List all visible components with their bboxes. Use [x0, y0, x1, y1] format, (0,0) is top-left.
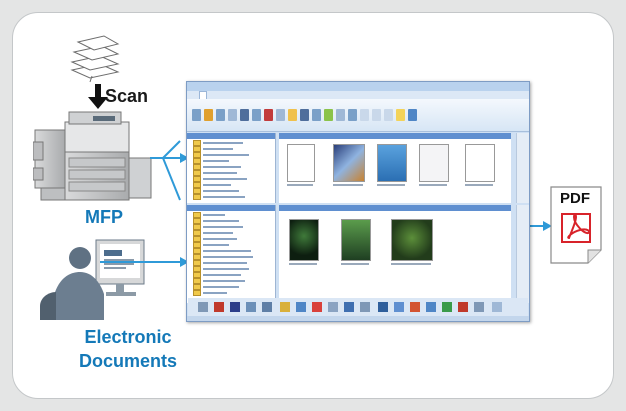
thumbnail-pane-bottom [279, 205, 511, 303]
pdf-label: PDF [560, 190, 590, 207]
toolbar-button[interactable] [324, 109, 333, 121]
toolbar-button[interactable] [288, 109, 297, 121]
document-thumbnail[interactable] [419, 144, 449, 182]
folder-tree-top [187, 133, 276, 203]
output-icon-bar [188, 298, 528, 316]
toolbar-button[interactable] [384, 109, 393, 121]
toolbar-button[interactable] [312, 109, 321, 121]
toolbar-button[interactable] [396, 109, 405, 121]
document-thumbnail[interactable] [287, 144, 315, 182]
document-thumbnail[interactable] [465, 144, 495, 182]
ribbon-tab[interactable] [199, 91, 207, 99]
toolbar-button[interactable] [360, 109, 369, 121]
toolbar-button[interactable] [204, 109, 213, 121]
thumbnail-pane-top [279, 133, 511, 203]
window-statusbar [187, 316, 529, 321]
toolbar-button[interactable] [264, 109, 273, 121]
toolbar-button[interactable] [216, 109, 225, 121]
scrollbar-top[interactable] [516, 133, 529, 203]
ribbon-toolbar [187, 99, 529, 132]
arrow-mfp-lower [162, 157, 181, 201]
window-titlebar [187, 82, 529, 91]
ribbon-tabs [187, 91, 529, 99]
photo-thumbnail[interactable] [341, 219, 371, 261]
toolbar-button[interactable] [276, 109, 285, 121]
toolbar-button[interactable] [228, 109, 237, 121]
toolbar-button[interactable] [408, 109, 417, 121]
pdf-document-icon: PDF [550, 186, 602, 264]
toolbar-button[interactable] [240, 109, 249, 121]
folder-tree-bottom [187, 205, 276, 303]
document-software-window [186, 81, 530, 322]
toolbar-button[interactable] [348, 109, 357, 121]
toolbar-button[interactable] [372, 109, 381, 121]
toolbar-button[interactable] [336, 109, 345, 121]
photo-thumbnail[interactable] [391, 219, 433, 261]
document-thumbnail[interactable] [377, 144, 407, 182]
document-thumbnail[interactable] [333, 144, 365, 182]
toolbar-button[interactable] [252, 109, 261, 121]
toolbar-button[interactable] [192, 109, 201, 121]
scrollbar-bottom[interactable] [516, 205, 529, 303]
toolbar-button[interactable] [300, 109, 309, 121]
arrow-mfp-to-window [162, 140, 181, 159]
photo-thumbnail[interactable] [289, 219, 319, 261]
